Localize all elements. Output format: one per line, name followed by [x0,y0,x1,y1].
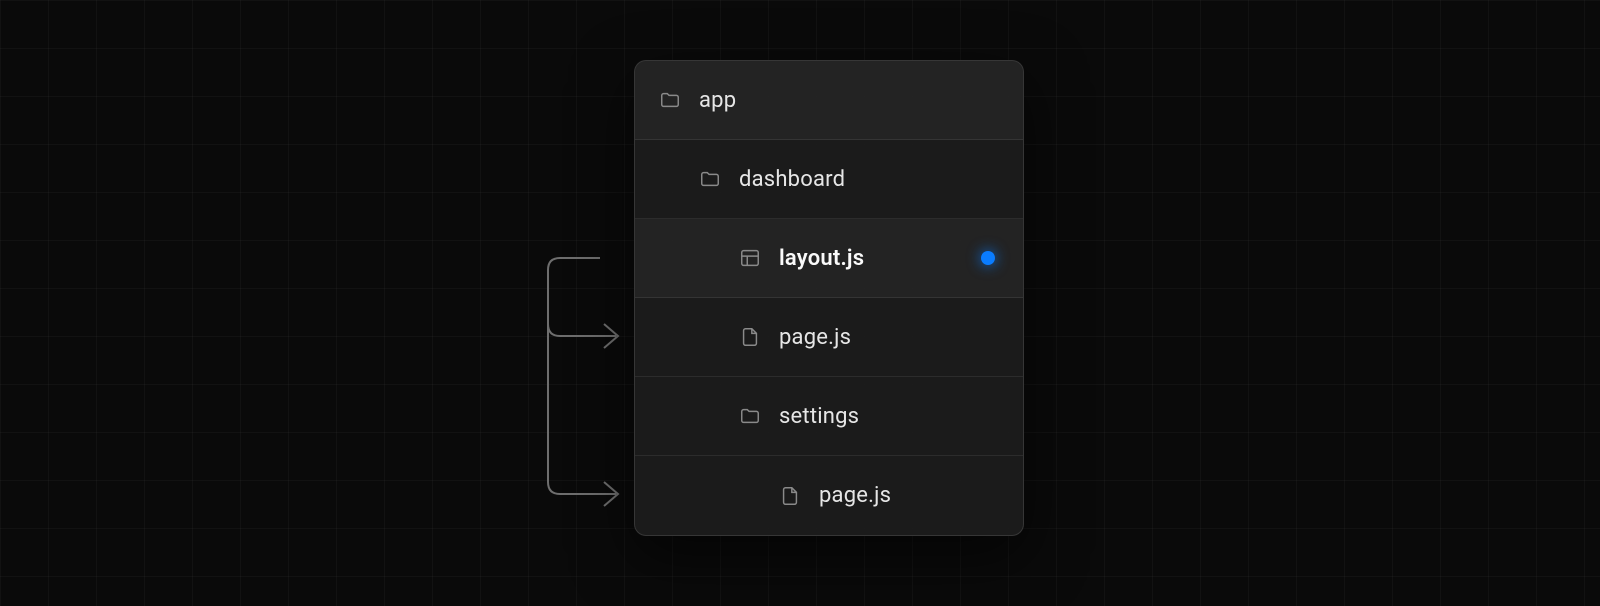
tree-row-dashboard[interactable]: dashboard [635,140,1023,219]
tree-row-page-js[interactable]: page.js [635,298,1023,377]
tree-label: layout.js [779,246,864,271]
tree-row-settings[interactable]: settings [635,377,1023,456]
tree-row-settings-page-js[interactable]: page.js [635,456,1023,535]
tree-row-app[interactable]: app [635,61,1023,140]
connector-bracket [540,250,634,510]
active-dot-icon [981,251,995,265]
file-icon [739,326,761,348]
folder-icon [659,89,681,111]
folder-icon [699,168,721,190]
tree-label: page.js [779,325,851,350]
folder-icon [739,405,761,427]
file-tree: app dashboard layout.js page.js settings… [634,60,1024,536]
tree-row-layout-js[interactable]: layout.js [635,219,1023,298]
file-icon [779,485,801,507]
tree-label: page.js [819,483,891,508]
layout-icon [739,247,761,269]
tree-label: settings [779,404,859,429]
tree-label: app [699,88,736,113]
tree-label: dashboard [739,167,845,192]
